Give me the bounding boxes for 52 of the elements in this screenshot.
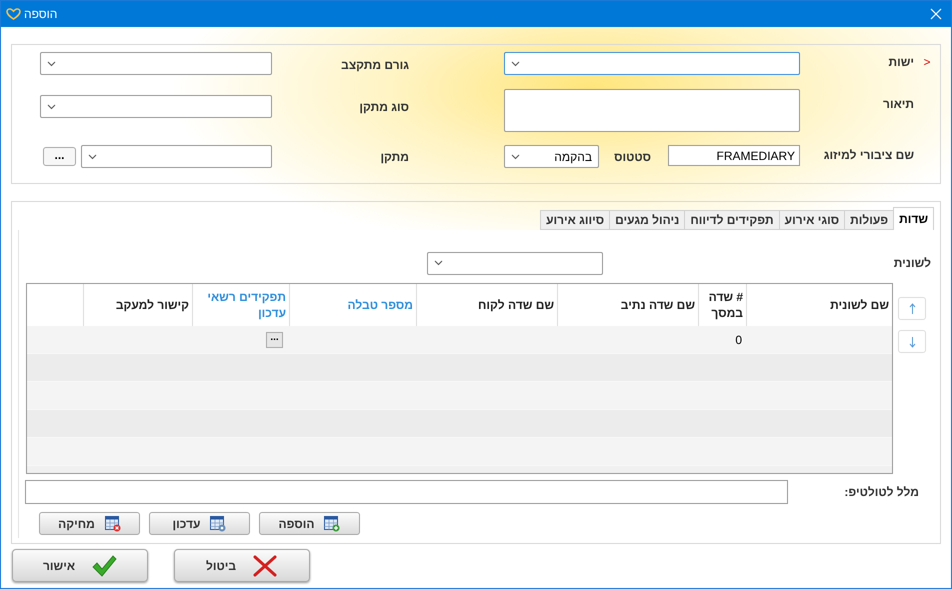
tab[interactable]: תפקידים לדיווח bbox=[684, 210, 779, 230]
move-down-button[interactable] bbox=[898, 330, 926, 353]
tab[interactable]: ניהול מגעים bbox=[609, 210, 684, 230]
field-label: גורם מתקצב bbox=[341, 58, 409, 72]
caret-icon bbox=[47, 104, 56, 110]
table-icon bbox=[324, 516, 340, 532]
field-label: מתקן bbox=[380, 150, 409, 164]
tab[interactable]: פעולות bbox=[844, 210, 894, 230]
heart-icon bbox=[6, 8, 21, 20]
field-label: סטטוס bbox=[614, 150, 651, 164]
table-row[interactable]: 0 ... bbox=[27, 326, 892, 354]
caret-icon bbox=[434, 260, 443, 266]
budget-factor-select[interactable] bbox=[40, 52, 272, 75]
tab[interactable]: סיווג אירוע bbox=[540, 210, 610, 230]
facility-select[interactable] bbox=[81, 145, 272, 168]
close-icon[interactable] bbox=[930, 8, 942, 20]
dialog-button[interactable]: אישור bbox=[12, 549, 148, 582]
public-name-field[interactable]: FRAMEDIARY bbox=[668, 145, 800, 166]
tooltip-field[interactable] bbox=[25, 480, 788, 504]
browse-button[interactable]: ... bbox=[266, 332, 283, 348]
tab[interactable]: שדות bbox=[893, 207, 934, 230]
arrow-up-icon bbox=[908, 302, 916, 314]
description-field[interactable] bbox=[504, 89, 800, 132]
table-icon bbox=[210, 516, 226, 532]
window-title: הוספה bbox=[24, 6, 58, 23]
status-select[interactable]: בהקמה bbox=[504, 145, 599, 168]
cross-icon bbox=[252, 554, 278, 578]
browse-button[interactable]: ... bbox=[43, 147, 76, 166]
caret-icon bbox=[47, 60, 56, 66]
caret-icon bbox=[88, 154, 97, 160]
caret-icon bbox=[511, 154, 520, 160]
table-cell-text: 0 bbox=[735, 332, 742, 348]
field-label: תיאור bbox=[882, 96, 914, 113]
table-icon bbox=[104, 516, 121, 532]
field-label: מלל לטולטיפ: bbox=[844, 485, 919, 499]
entity-select[interactable] bbox=[504, 52, 800, 75]
dialog-button[interactable]: ביטול bbox=[174, 549, 310, 582]
grid-action-button[interactable]: הוספה bbox=[259, 512, 360, 535]
check-icon bbox=[91, 554, 118, 578]
facility-type-select[interactable] bbox=[40, 95, 272, 118]
grid-action-button[interactable]: עדכון bbox=[149, 512, 250, 535]
field-label: ישות bbox=[887, 54, 914, 71]
field-label: לשונית bbox=[894, 255, 931, 272]
move-up-button[interactable] bbox=[898, 297, 926, 320]
field-label: שם ציבורי למיזוג bbox=[822, 147, 914, 164]
required-marker: < bbox=[922, 54, 932, 71]
field-label: סוג מתקן bbox=[359, 100, 409, 114]
grid-action-button[interactable]: מחיקה bbox=[39, 512, 140, 535]
tab[interactable]: סוגי אירוע bbox=[778, 210, 844, 230]
caret-icon bbox=[511, 60, 520, 66]
arrow-down-icon bbox=[908, 336, 916, 348]
tab-filter-select[interactable] bbox=[427, 252, 603, 274]
